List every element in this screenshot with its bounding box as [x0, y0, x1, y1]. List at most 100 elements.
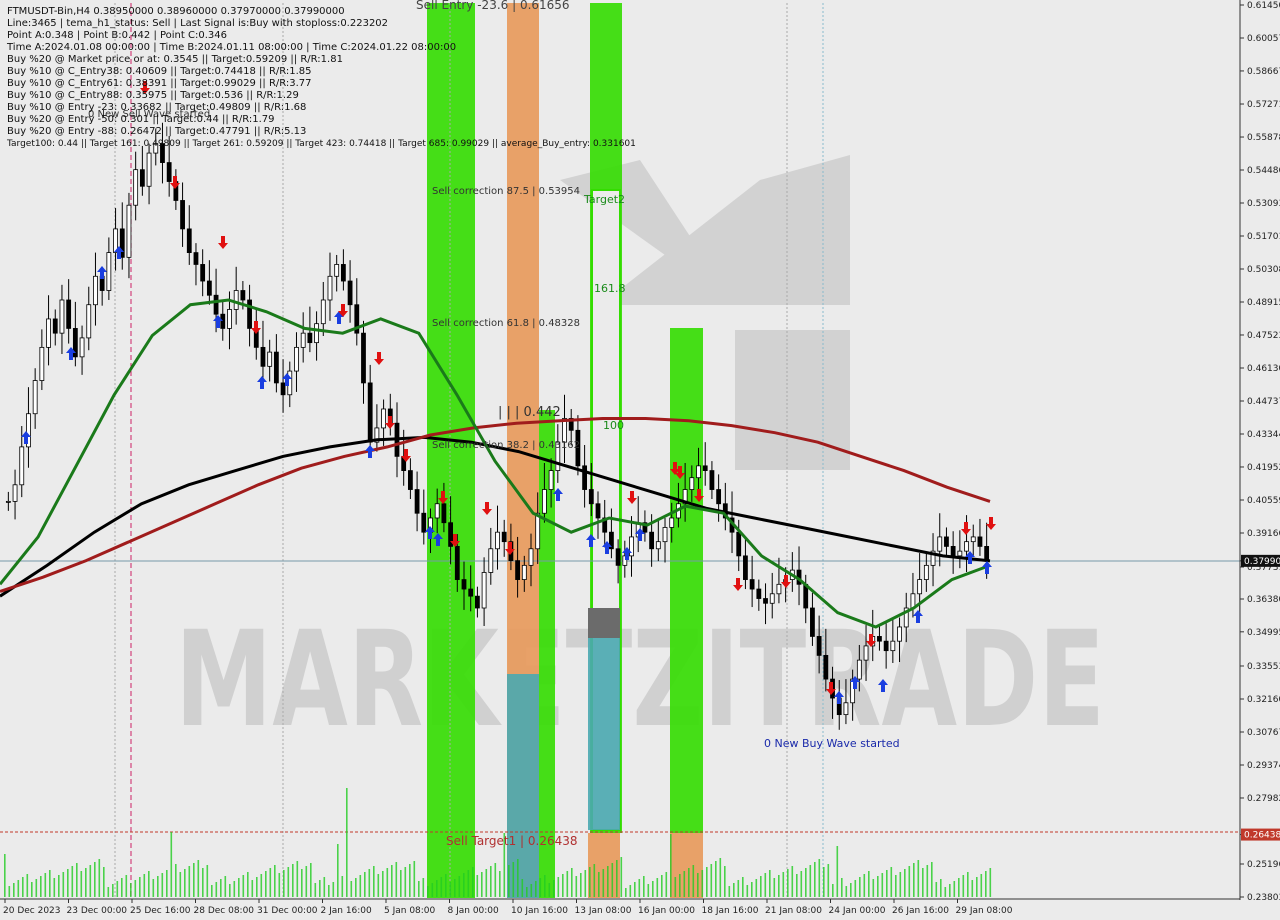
volume-bar — [625, 888, 627, 897]
candle-body — [421, 512, 427, 533]
volume-bar — [26, 874, 29, 897]
candle-body — [133, 169, 139, 206]
candle-body — [227, 309, 232, 329]
volume-bar — [899, 872, 902, 897]
volume-bar — [773, 878, 776, 897]
volume-bar — [193, 863, 195, 897]
candle-body — [32, 380, 38, 415]
volume-bar — [778, 875, 780, 897]
candle-body — [461, 579, 467, 590]
volume-bar — [490, 866, 492, 897]
volume-bar — [413, 861, 416, 897]
candle-body — [521, 564, 527, 580]
candle-body — [367, 382, 373, 443]
candle-body — [52, 318, 58, 334]
volume-bar — [526, 887, 528, 897]
chart-window[interactable]: MARKETZITRADE Sell Entry -23.6 | 0.61656… — [0, 0, 1280, 920]
candle-body — [186, 228, 192, 254]
volume-bar — [247, 872, 249, 897]
info-line-11: Target100: 0.44 || Target 161: 0.49809 |… — [6, 139, 636, 149]
current-price-label: 0.37990 — [1244, 557, 1280, 567]
volume-bar — [409, 864, 411, 897]
volume-bar — [184, 869, 186, 897]
volume-bar — [89, 865, 92, 897]
sell-correction-618-label: Sell correction 61.8 | 0.48328 — [432, 318, 580, 329]
candle-body — [407, 470, 413, 490]
candle-body — [139, 169, 145, 187]
volume-bar — [301, 869, 303, 897]
volume-bar — [224, 876, 227, 897]
candle-body — [59, 299, 65, 334]
volume-bar — [211, 885, 213, 897]
candle-body — [843, 702, 849, 716]
candle-body — [749, 579, 755, 590]
date-tick-label: 10 Jan 16:00 — [511, 906, 568, 916]
volume-bar — [148, 871, 150, 897]
price-axis[interactable]: 0.61450 0.60057 0.58667 0.57271 0.55878 0.544… — [1239, 0, 1280, 903]
volume-bar — [166, 870, 168, 897]
volume-bar — [980, 874, 983, 897]
volume-bar — [197, 860, 200, 897]
volume-bar — [782, 872, 785, 897]
date-tick-label: 25 Dec 16:00 — [130, 906, 191, 916]
candle-body — [79, 337, 85, 358]
volume-bar — [440, 877, 443, 897]
volume-bar — [521, 879, 524, 897]
volume-bar — [373, 866, 375, 897]
candle-body — [816, 636, 822, 656]
volume-bar — [76, 863, 78, 897]
sell-correction-875-label: Sell correction 87.5 | 0.53954 — [432, 186, 580, 197]
candle-body — [474, 595, 480, 609]
volume-bar — [926, 865, 929, 897]
volume-bar — [359, 875, 362, 897]
candle-body — [743, 555, 748, 580]
volume-bar — [58, 875, 60, 897]
volume-bar — [832, 884, 834, 897]
volume-bar — [692, 865, 695, 897]
candle-body — [977, 536, 983, 547]
volume-bar — [85, 868, 87, 897]
volume-bar — [256, 877, 258, 897]
candle-body — [669, 517, 675, 528]
candle-body — [542, 489, 547, 514]
candle-body — [280, 382, 286, 396]
volume-bar — [436, 880, 438, 897]
volume-bar — [427, 886, 429, 897]
price-chart[interactable]: MARKETZITRADE Sell Entry -23.6 | 0.61656… — [0, 0, 1280, 920]
volume-bar — [823, 867, 825, 897]
info-line-2: Point A:0.348 | Point B:0.442 | Point C:… — [7, 30, 227, 41]
price-tick-label: 0.57271 — [1247, 100, 1280, 110]
candle-body — [46, 318, 51, 348]
volume-bar — [512, 862, 515, 897]
volume-bar — [449, 882, 452, 897]
candle-body — [897, 626, 902, 642]
volume-bar — [49, 870, 51, 897]
candle-body — [39, 346, 45, 381]
volume-bar — [53, 878, 56, 897]
candle-body — [86, 304, 92, 339]
volume-bar — [319, 880, 321, 897]
volume-bar — [611, 863, 614, 897]
date-tick-label: 5 Jan 08:00 — [384, 906, 436, 916]
volume-bar — [31, 882, 33, 897]
date-tick-label: 8 Jan 00:00 — [448, 906, 500, 916]
volume-bar — [719, 858, 722, 897]
candle-body — [937, 536, 943, 552]
volume-bar — [377, 874, 380, 897]
price-tick-label: 0.41952 — [1247, 463, 1280, 473]
volume-bar — [494, 863, 497, 897]
volume-bar — [881, 873, 884, 897]
volume-bar — [917, 860, 920, 897]
candle-body — [468, 588, 474, 597]
volume-bar — [890, 867, 893, 897]
volume-bar — [107, 887, 110, 897]
price-tick-label: 0.27982 — [1247, 794, 1280, 804]
volume-bar — [683, 871, 686, 897]
candle-body — [273, 351, 279, 384]
volume-bar — [296, 861, 299, 897]
volume-bar — [800, 871, 803, 897]
price-tick-label: 0.47523 — [1247, 331, 1280, 341]
volume-bar — [161, 873, 164, 897]
candle-body — [193, 252, 199, 265]
volume-bar — [557, 877, 560, 897]
